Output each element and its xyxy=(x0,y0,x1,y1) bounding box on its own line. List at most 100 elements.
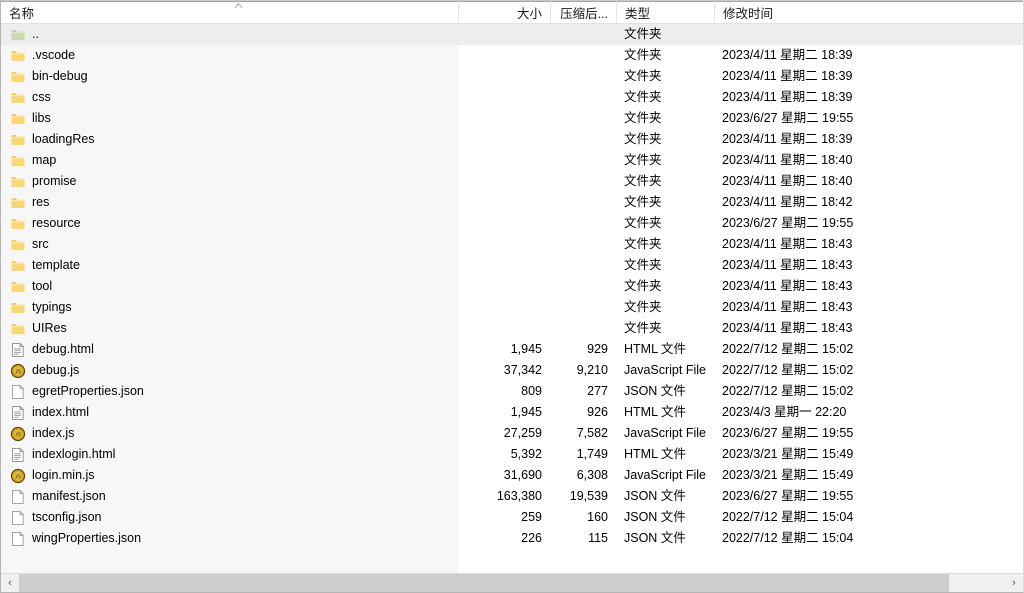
cell-modified: 2023/4/11 星期二 18:39 xyxy=(722,90,853,104)
table-row[interactable]: res 文件夹 2023/4/11 星期二 18:42 xyxy=(1,192,1023,213)
table-row[interactable]: promise 文件夹 2023/4/11 星期二 18:40 xyxy=(1,171,1023,192)
cell-packed: 115 xyxy=(588,531,608,545)
folder-icon xyxy=(11,50,25,61)
file-name-label: libs xyxy=(32,111,51,125)
cell-modified: 2023/4/11 星期二 18:39 xyxy=(722,48,853,62)
file-name-label: promise xyxy=(32,174,77,188)
scrollbar-track[interactable] xyxy=(19,574,1005,592)
table-row[interactable]: JS debug.js 37,342 9,210 JavaScript File 2022… xyxy=(1,360,1023,381)
table-row[interactable]: indexlogin.html 5,392 1,749 HTML 文件 2023/3/2… xyxy=(1,444,1023,465)
cell-name[interactable]: typings xyxy=(1,297,458,318)
table-row[interactable]: map 文件夹 2023/4/11 星期二 18:40 xyxy=(1,150,1023,171)
file-name-label: res xyxy=(32,195,50,209)
table-row[interactable]: JS index.js 27,259 7,582 JavaScript File 2023… xyxy=(1,423,1023,444)
cell-modified: 2023/4/11 星期二 18:40 xyxy=(722,174,853,188)
cell-type: 文件夹 xyxy=(624,153,662,167)
table-row[interactable]: src 文件夹 2023/4/11 星期二 18:43 xyxy=(1,234,1023,255)
file-name-label: egretProperties.json xyxy=(32,384,144,398)
cell-packed xyxy=(550,276,616,297)
table-row[interactable]: css 文件夹 2023/4/11 星期二 18:39 xyxy=(1,87,1023,108)
table-row[interactable]: .vscode 文件夹 2023/4/11 星期二 18:39 xyxy=(1,45,1023,66)
scroll-left-arrow-icon[interactable]: ‹ xyxy=(1,574,19,592)
table-row[interactable]: tool 文件夹 2023/4/11 星期二 18:43 xyxy=(1,276,1023,297)
table-row[interactable]: bin-debug 文件夹 2023/4/11 星期二 18:39 xyxy=(1,66,1023,87)
cell-name[interactable]: res xyxy=(1,192,458,213)
cell-name[interactable]: tsconfig.json xyxy=(1,507,458,528)
table-row[interactable]: .. 文件夹 xyxy=(1,24,1023,45)
cell-size xyxy=(458,297,550,318)
column-header-modified[interactable]: 修改时间 xyxy=(714,0,924,24)
table-row[interactable]: resource 文件夹 2023/6/27 星期二 19:55 xyxy=(1,213,1023,234)
cell-name[interactable]: src xyxy=(1,234,458,255)
cell-name[interactable]: JS login.min.js xyxy=(1,465,458,486)
column-header-packed[interactable]: 压缩后... xyxy=(550,0,616,24)
cell-name[interactable]: css xyxy=(1,87,458,108)
folder-icon xyxy=(11,71,25,82)
folder-icon xyxy=(11,155,25,166)
cell-name[interactable]: resource xyxy=(1,213,458,234)
table-row[interactable]: egretProperties.json 809 277 JSON 文件 2022/7/… xyxy=(1,381,1023,402)
cell-type: JavaScript File xyxy=(624,363,706,377)
table-row[interactable]: wingProperties.json 226 115 JSON 文件 2022/7/1… xyxy=(1,528,1023,549)
blank-file-icon xyxy=(12,509,25,525)
svg-text:JS: JS xyxy=(15,473,22,480)
cell-name[interactable]: wingProperties.json xyxy=(1,528,458,549)
cell-packed xyxy=(550,108,616,129)
cell-type: 文件夹 xyxy=(624,90,662,104)
cell-name[interactable]: UIRes xyxy=(1,318,458,339)
cell-modified: 2023/4/11 星期二 18:39 xyxy=(722,132,853,146)
scrollbar-thumb[interactable] xyxy=(19,574,949,592)
file-list-body[interactable]: .. 文件夹 .vscode 文件夹 2023/4/11 星期二 18:39 bin-de… xyxy=(1,24,1023,573)
horizontal-scrollbar[interactable]: ‹ › xyxy=(1,573,1023,592)
cell-name[interactable]: libs xyxy=(1,108,458,129)
table-row[interactable]: typings 文件夹 2023/4/11 星期二 18:43 xyxy=(1,297,1023,318)
table-row[interactable]: debug.html 1,945 929 HTML 文件 2022/7/12 星期二 1… xyxy=(1,339,1023,360)
file-name-label: .. xyxy=(32,27,39,41)
cell-modified: 2022/7/12 星期二 15:02 xyxy=(722,384,854,398)
cell-type: 文件夹 xyxy=(624,237,662,251)
file-name-label: template xyxy=(32,258,80,272)
cell-name[interactable]: indexlogin.html xyxy=(1,444,458,465)
table-row[interactable]: JS login.min.js 31,690 6,308 JavaScript File… xyxy=(1,465,1023,486)
scroll-right-arrow-icon[interactable]: › xyxy=(1005,574,1023,592)
cell-type: JSON 文件 xyxy=(624,510,686,524)
cell-modified: 2023/6/27 星期二 19:55 xyxy=(722,216,854,230)
table-row[interactable]: template 文件夹 2023/4/11 星期二 18:43 xyxy=(1,255,1023,276)
cell-name[interactable]: template xyxy=(1,255,458,276)
cell-name[interactable]: JS debug.js xyxy=(1,360,458,381)
table-row[interactable]: manifest.json 163,380 19,539 JSON 文件 2023/6/… xyxy=(1,486,1023,507)
table-row[interactable]: UIRes 文件夹 2023/4/11 星期二 18:43 xyxy=(1,318,1023,339)
cell-name[interactable]: index.html xyxy=(1,402,458,423)
cell-name[interactable]: tool xyxy=(1,276,458,297)
table-row[interactable]: libs 文件夹 2023/6/27 星期二 19:55 xyxy=(1,108,1023,129)
cell-name[interactable]: .vscode xyxy=(1,45,458,66)
cell-modified: 2023/6/27 星期二 19:55 xyxy=(722,111,854,125)
cell-name[interactable]: map xyxy=(1,150,458,171)
cell-modified xyxy=(714,24,924,45)
cell-packed: 277 xyxy=(587,384,608,398)
table-row[interactable]: loadingRes 文件夹 2023/4/11 星期二 18:39 xyxy=(1,129,1023,150)
cell-modified: 2023/4/11 星期二 18:40 xyxy=(722,153,853,167)
cell-name[interactable]: loadingRes xyxy=(1,129,458,150)
table-row[interactable]: tsconfig.json 259 160 JSON 文件 2022/7/12 星期二 … xyxy=(1,507,1023,528)
column-header-size[interactable]: 大小 xyxy=(458,0,550,24)
table-row[interactable]: index.html 1,945 926 HTML 文件 2023/4/3 星期一 22… xyxy=(1,402,1023,423)
cell-name[interactable]: bin-debug xyxy=(1,66,458,87)
column-header-name[interactable]: 名称 xyxy=(1,1,458,24)
cell-name[interactable]: debug.html xyxy=(1,339,458,360)
cell-packed xyxy=(550,150,616,171)
cell-name[interactable]: manifest.json xyxy=(1,486,458,507)
column-header-modified-label: 修改时间 xyxy=(723,6,774,21)
file-name-label: debug.html xyxy=(32,342,94,356)
html-file-icon xyxy=(12,341,25,357)
cell-packed: 19,539 xyxy=(569,489,608,503)
cell-name[interactable]: egretProperties.json xyxy=(1,381,458,402)
cell-modified: 2022/7/12 星期二 15:02 xyxy=(722,363,854,377)
file-name-label: indexlogin.html xyxy=(32,447,116,461)
cell-name[interactable]: promise xyxy=(1,171,458,192)
column-header-type[interactable]: 类型 xyxy=(616,0,714,24)
cell-name[interactable]: .. xyxy=(1,24,458,45)
file-name-label: loadingRes xyxy=(32,132,95,146)
cell-name[interactable]: JS index.js xyxy=(1,423,458,444)
cell-packed xyxy=(550,66,616,87)
